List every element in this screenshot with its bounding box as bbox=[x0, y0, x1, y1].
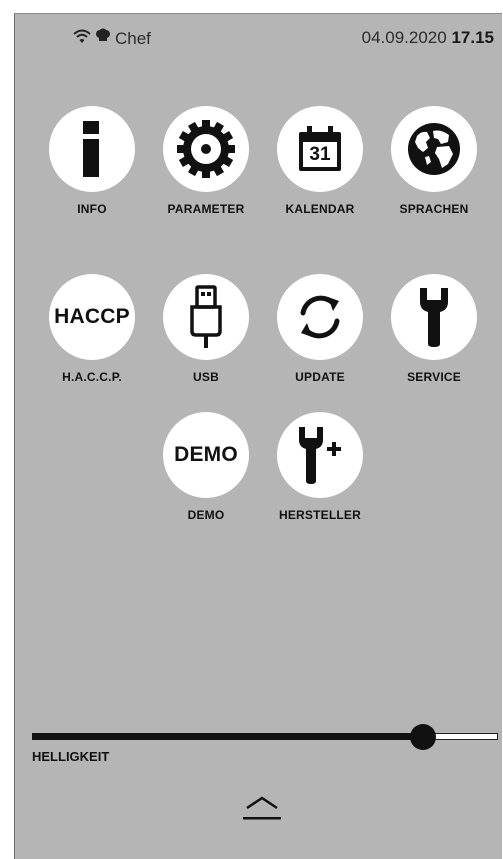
demo-icon: DEMO bbox=[174, 443, 238, 466]
menu-label: H.A.C.C.P. bbox=[62, 370, 122, 384]
chevron-up-icon[interactable] bbox=[241, 792, 283, 824]
usb-button[interactable] bbox=[163, 274, 249, 360]
status-bar: Chef 04.09.2020 17.15 bbox=[15, 28, 502, 52]
menu-item-usb[interactable]: USB bbox=[151, 274, 261, 384]
menu-label: INFO bbox=[77, 202, 107, 216]
hersteller-button[interactable] bbox=[277, 412, 363, 498]
brightness-slider[interactable] bbox=[32, 724, 498, 750]
refresh-icon bbox=[300, 295, 340, 339]
haccp-icon: HACCP bbox=[54, 305, 130, 328]
menu-label: PARAMETER bbox=[167, 202, 245, 216]
menu-label: UPDATE bbox=[295, 370, 345, 384]
menu-label: KALENDAR bbox=[285, 202, 355, 216]
menu-item-kalendar[interactable]: 31 KALENDAR bbox=[265, 106, 375, 216]
menu-item-demo[interactable]: DEMO DEMO bbox=[151, 412, 261, 522]
service-button[interactable] bbox=[391, 274, 477, 360]
date-time: 04.09.2020 17.15 bbox=[362, 28, 494, 48]
menu-item-info[interactable]: INFO bbox=[37, 106, 147, 216]
info-button[interactable] bbox=[49, 106, 135, 192]
menu-label: DEMO bbox=[187, 508, 225, 522]
sprachen-button[interactable] bbox=[391, 106, 477, 192]
menu-label: HERSTELLER bbox=[278, 508, 361, 522]
user-name: Chef bbox=[115, 28, 151, 48]
status-left: Chef bbox=[73, 28, 151, 49]
menu-label: SERVICE bbox=[407, 370, 461, 384]
status-time: 17.15 bbox=[451, 28, 494, 47]
brightness-slider-handle[interactable] bbox=[410, 724, 436, 750]
menu-label: SPRACHEN bbox=[399, 202, 469, 216]
update-button[interactable] bbox=[277, 274, 363, 360]
haccp-button[interactable]: HACCP bbox=[49, 274, 135, 360]
brightness-track-filled[interactable] bbox=[32, 733, 423, 740]
wrench-icon bbox=[420, 288, 448, 347]
gear-icon bbox=[177, 120, 235, 178]
status-date: 04.09.2020 bbox=[361, 28, 447, 47]
globe-icon bbox=[408, 123, 460, 175]
brightness-label: HELLIGKEIT bbox=[32, 749, 110, 764]
usb-icon bbox=[190, 285, 222, 348]
menu-item-service[interactable]: SERVICE bbox=[379, 274, 489, 384]
menu-item-hersteller[interactable]: HERSTELLER bbox=[265, 412, 375, 522]
menu-item-update[interactable]: UPDATE bbox=[265, 274, 375, 384]
kalendar-button[interactable]: 31 bbox=[277, 106, 363, 192]
chef-hat-icon bbox=[95, 28, 111, 49]
calendar-icon: 31 bbox=[298, 126, 342, 172]
settings-screen: Chef 04.09.2020 17.15 INFO PARAMETER 31 … bbox=[14, 13, 502, 859]
menu-item-parameter[interactable]: PARAMETER bbox=[151, 106, 261, 216]
calendar-day: 31 bbox=[309, 144, 331, 165]
menu-item-sprachen[interactable]: SPRACHEN bbox=[379, 106, 489, 216]
wifi-icon bbox=[73, 28, 91, 49]
menu-item-haccp[interactable]: HACCP H.A.C.C.P. bbox=[37, 274, 147, 384]
info-icon bbox=[83, 121, 99, 177]
demo-button[interactable]: DEMO bbox=[163, 412, 249, 498]
menu-label: USB bbox=[193, 370, 219, 384]
wrench-plus-icon bbox=[299, 427, 341, 484]
parameter-button[interactable] bbox=[163, 106, 249, 192]
